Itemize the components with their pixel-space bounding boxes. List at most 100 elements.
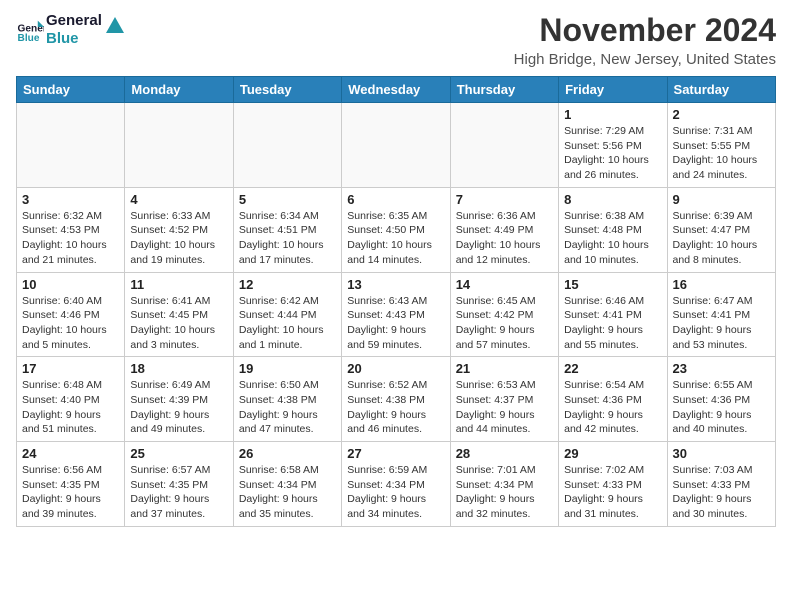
calendar-cell xyxy=(125,103,233,188)
day-info: Sunrise: 6:32 AM Sunset: 4:53 PM Dayligh… xyxy=(22,209,119,268)
svg-text:Blue: Blue xyxy=(18,33,40,44)
calendar-cell: 30Sunrise: 7:03 AM Sunset: 4:33 PM Dayli… xyxy=(667,442,775,527)
day-info: Sunrise: 6:59 AM Sunset: 4:34 PM Dayligh… xyxy=(347,463,444,522)
column-header-sunday: Sunday xyxy=(17,77,125,103)
day-info: Sunrise: 6:47 AM Sunset: 4:41 PM Dayligh… xyxy=(673,294,770,353)
day-info: Sunrise: 7:01 AM Sunset: 4:34 PM Dayligh… xyxy=(456,463,553,522)
day-number: 24 xyxy=(22,446,119,461)
day-info: Sunrise: 6:55 AM Sunset: 4:36 PM Dayligh… xyxy=(673,378,770,437)
logo-triangle-icon xyxy=(104,15,126,37)
day-number: 23 xyxy=(673,361,770,376)
day-number: 19 xyxy=(239,361,336,376)
calendar-cell: 7Sunrise: 6:36 AM Sunset: 4:49 PM Daylig… xyxy=(450,187,558,272)
month-title: November 2024 xyxy=(514,12,776,49)
day-info: Sunrise: 6:39 AM Sunset: 4:47 PM Dayligh… xyxy=(673,209,770,268)
day-number: 14 xyxy=(456,277,553,292)
day-info: Sunrise: 6:56 AM Sunset: 4:35 PM Dayligh… xyxy=(22,463,119,522)
calendar-cell: 12 Sunrise: 6:42 AM Sunset: 4:44 PM Dayli… xyxy=(233,272,341,357)
day-number: 21 xyxy=(456,361,553,376)
week-row-1: 3 Sunrise: 6:32 AM Sunset: 4:53 PM Daylig… xyxy=(17,187,776,272)
day-info: Sunrise: 6:35 AM Sunset: 4:50 PM Dayligh… xyxy=(347,209,444,268)
calendar-cell: 3 Sunrise: 6:32 AM Sunset: 4:53 PM Daylig… xyxy=(17,187,125,272)
day-info: Sunrise: 6:34 AM Sunset: 4:51 PM Dayligh… xyxy=(239,209,336,268)
day-info: Sunrise: 7:02 AM Sunset: 4:33 PM Dayligh… xyxy=(564,463,661,522)
calendar-cell: 26Sunrise: 6:58 AM Sunset: 4:34 PM Dayli… xyxy=(233,442,341,527)
column-header-tuesday: Tuesday xyxy=(233,77,341,103)
calendar-cell: 19 Sunrise: 6:50 AM Sunset: 4:38 PM Dayli… xyxy=(233,357,341,442)
day-info: Sunrise: 6:36 AM Sunset: 4:49 PM Dayligh… xyxy=(456,209,553,268)
calendar-cell xyxy=(233,103,341,188)
calendar-cell: 18Sunrise: 6:49 AM Sunset: 4:39 PM Dayli… xyxy=(125,357,233,442)
day-number: 4 xyxy=(130,192,227,207)
calendar-cell: 1 Sunrise: 7:29 AM Sunset: 5:56 PM Daylig… xyxy=(559,103,667,188)
week-row-3: 17Sunrise: 6:48 AM Sunset: 4:40 PM Dayli… xyxy=(17,357,776,442)
day-number: 6 xyxy=(347,192,444,207)
day-number: 13 xyxy=(347,277,444,292)
calendar-cell: 15 Sunrise: 6:46 AM Sunset: 4:41 PM Dayli… xyxy=(559,272,667,357)
day-number: 27 xyxy=(347,446,444,461)
calendar-cell: 6 Sunrise: 6:35 AM Sunset: 4:50 PM Daylig… xyxy=(342,187,450,272)
day-number: 2 xyxy=(673,107,770,122)
calendar-cell: 4Sunrise: 6:33 AM Sunset: 4:52 PM Daylig… xyxy=(125,187,233,272)
header: General Blue General Blue November 2024 … xyxy=(0,0,792,76)
calendar-cell xyxy=(342,103,450,188)
logo-blue: Blue xyxy=(46,30,102,48)
column-header-wednesday: Wednesday xyxy=(342,77,450,103)
calendar-cell: 23 Sunrise: 6:55 AM Sunset: 4:36 PM Dayli… xyxy=(667,357,775,442)
day-info: Sunrise: 6:57 AM Sunset: 4:35 PM Dayligh… xyxy=(130,463,227,522)
day-number: 16 xyxy=(673,277,770,292)
day-info: Sunrise: 6:52 AM Sunset: 4:38 PM Dayligh… xyxy=(347,378,444,437)
calendar-cell xyxy=(17,103,125,188)
calendar-cell: 28Sunrise: 7:01 AM Sunset: 4:34 PM Dayli… xyxy=(450,442,558,527)
day-number: 25 xyxy=(130,446,227,461)
calendar-cell xyxy=(450,103,558,188)
title-block: November 2024 High Bridge, New Jersey, U… xyxy=(514,12,776,68)
day-number: 30 xyxy=(673,446,770,461)
day-info: Sunrise: 6:46 AM Sunset: 4:41 PM Dayligh… xyxy=(564,294,661,353)
day-number: 10 xyxy=(22,277,119,292)
calendar-table: SundayMondayTuesdayWednesdayThursdayFrid… xyxy=(16,76,776,527)
calendar-cell: 29 Sunrise: 7:02 AM Sunset: 4:33 PM Dayli… xyxy=(559,442,667,527)
day-number: 29 xyxy=(564,446,661,461)
day-info: Sunrise: 6:50 AM Sunset: 4:38 PM Dayligh… xyxy=(239,378,336,437)
column-header-thursday: Thursday xyxy=(450,77,558,103)
day-number: 11 xyxy=(130,277,227,292)
day-info: Sunrise: 7:31 AM Sunset: 5:55 PM Dayligh… xyxy=(673,124,770,183)
calendar-cell: 22 Sunrise: 6:54 AM Sunset: 4:36 PM Dayli… xyxy=(559,357,667,442)
day-number: 8 xyxy=(564,192,661,207)
calendar-cell: 16 Sunrise: 6:47 AM Sunset: 4:41 PM Dayli… xyxy=(667,272,775,357)
calendar-cell: 14 Sunrise: 6:45 AM Sunset: 4:42 PM Dayli… xyxy=(450,272,558,357)
day-number: 12 xyxy=(239,277,336,292)
day-number: 26 xyxy=(239,446,336,461)
day-number: 1 xyxy=(564,107,661,122)
day-number: 20 xyxy=(347,361,444,376)
calendar-cell: 24 Sunrise: 6:56 AM Sunset: 4:35 PM Dayli… xyxy=(17,442,125,527)
page-container: General Blue General Blue November 2024 … xyxy=(0,0,792,535)
logo: General Blue General Blue xyxy=(16,12,126,48)
week-row-0: 1 Sunrise: 7:29 AM Sunset: 5:56 PM Daylig… xyxy=(17,103,776,188)
calendar-cell: 25 Sunrise: 6:57 AM Sunset: 4:35 PM Dayli… xyxy=(125,442,233,527)
day-info: Sunrise: 6:45 AM Sunset: 4:42 PM Dayligh… xyxy=(456,294,553,353)
week-row-2: 10 Sunrise: 6:40 AM Sunset: 4:46 PM Dayli… xyxy=(17,272,776,357)
day-info: Sunrise: 6:54 AM Sunset: 4:36 PM Dayligh… xyxy=(564,378,661,437)
day-number: 17 xyxy=(22,361,119,376)
calendar-cell: 27 Sunrise: 6:59 AM Sunset: 4:34 PM Dayli… xyxy=(342,442,450,527)
calendar-cell: 8Sunrise: 6:38 AM Sunset: 4:48 PM Daylig… xyxy=(559,187,667,272)
day-number: 15 xyxy=(564,277,661,292)
day-info: Sunrise: 6:40 AM Sunset: 4:46 PM Dayligh… xyxy=(22,294,119,353)
location: High Bridge, New Jersey, United States xyxy=(514,51,776,68)
calendar-cell: 10 Sunrise: 6:40 AM Sunset: 4:46 PM Dayli… xyxy=(17,272,125,357)
day-number: 22 xyxy=(564,361,661,376)
day-info: Sunrise: 6:42 AM Sunset: 4:44 PM Dayligh… xyxy=(239,294,336,353)
day-info: Sunrise: 7:29 AM Sunset: 5:56 PM Dayligh… xyxy=(564,124,661,183)
calendar-cell: 17Sunrise: 6:48 AM Sunset: 4:40 PM Dayli… xyxy=(17,357,125,442)
calendar-cell: 2 Sunrise: 7:31 AM Sunset: 5:55 PM Daylig… xyxy=(667,103,775,188)
calendar-cell: 20 Sunrise: 6:52 AM Sunset: 4:38 PM Dayli… xyxy=(342,357,450,442)
day-info: Sunrise: 6:53 AM Sunset: 4:37 PM Dayligh… xyxy=(456,378,553,437)
day-number: 3 xyxy=(22,192,119,207)
calendar-wrap: SundayMondayTuesdayWednesdayThursdayFrid… xyxy=(0,76,792,535)
calendar-cell: 13Sunrise: 6:43 AM Sunset: 4:43 PM Dayli… xyxy=(342,272,450,357)
day-info: Sunrise: 6:49 AM Sunset: 4:39 PM Dayligh… xyxy=(130,378,227,437)
calendar-cell: 21 Sunrise: 6:53 AM Sunset: 4:37 PM Dayli… xyxy=(450,357,558,442)
week-row-4: 24 Sunrise: 6:56 AM Sunset: 4:35 PM Dayli… xyxy=(17,442,776,527)
